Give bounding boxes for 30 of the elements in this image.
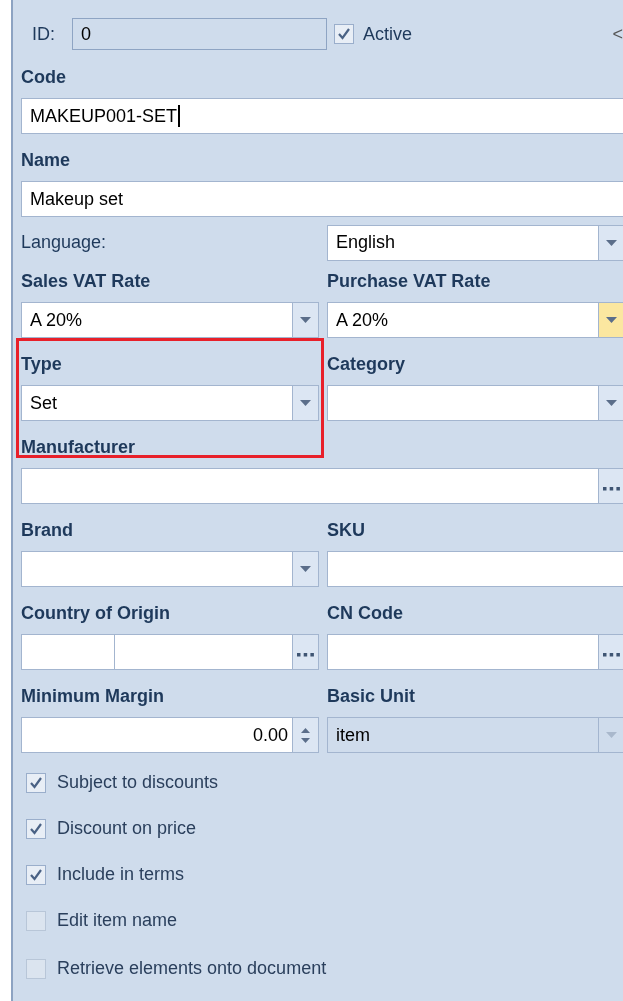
text-field[interactable]: MAKEUP001-SET: [21, 98, 623, 134]
collapse-button[interactable]: <: [612, 20, 623, 48]
text-field[interactable]: Makeup set: [21, 181, 623, 217]
id-label: ID:: [32, 22, 56, 46]
field-label: Category: [327, 352, 407, 376]
field-label: Sales VAT Rate: [21, 269, 152, 293]
field-label: Manufacturer: [21, 435, 137, 459]
field-label: SKU: [327, 518, 366, 542]
dropdown-field[interactable]: English: [327, 224, 623, 261]
field-label: Country of Origin: [21, 601, 171, 625]
id-field: 0: [72, 18, 327, 50]
field-label: Purchase VAT Rate: [327, 269, 492, 293]
checkbox-label: Include in terms: [57, 863, 185, 886]
checkbox-label: Discount on price: [57, 817, 197, 840]
active-label: Active: [363, 22, 413, 46]
field-label: Brand: [21, 518, 74, 542]
number-field[interactable]: 0.00: [21, 717, 319, 753]
checkbox-label: Subject to discounts: [57, 771, 219, 794]
field-label: CN Code: [327, 601, 404, 625]
field-label: Type: [21, 352, 63, 376]
field-label: Language:: [21, 231, 108, 254]
dropdown-field[interactable]: Set: [21, 385, 319, 421]
checkbox-label: Retrieve elements onto document: [57, 957, 327, 980]
field-label: Minimum Margin: [21, 684, 165, 708]
field-label: Code: [21, 65, 67, 89]
field-label: Name: [21, 148, 72, 172]
checkbox-label: Edit item name: [57, 909, 178, 932]
dropdown-field[interactable]: A 20%: [21, 302, 319, 338]
dropdown-field[interactable]: A 20%: [327, 302, 623, 338]
field-label: Basic Unit: [327, 684, 417, 708]
